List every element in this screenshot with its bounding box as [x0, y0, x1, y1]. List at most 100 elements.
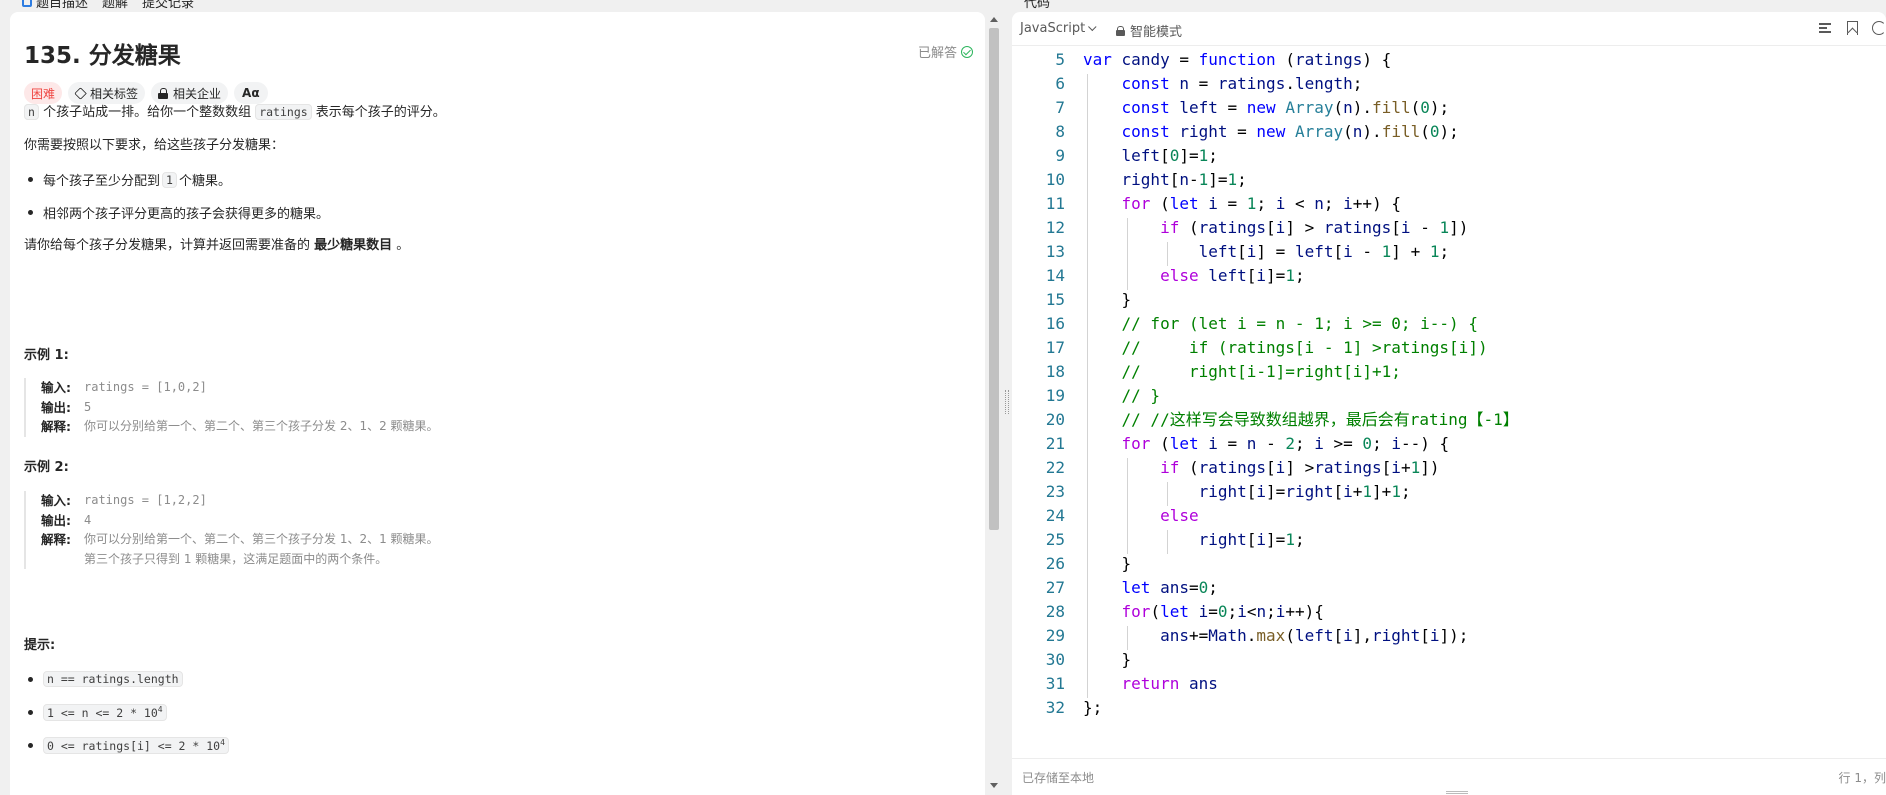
language-select[interactable]: JavaScript	[1020, 21, 1097, 36]
constraint-item: n == ratings.length	[24, 671, 183, 687]
example-explain-row: 解释: 你可以分别给第一个、第二个、第三个孩子分发 2、1、2 颗糖果。	[41, 417, 439, 437]
tab-submissions[interactable]: 提交记录	[142, 0, 194, 11]
problem-scrollbar-thumb[interactable]	[989, 28, 999, 530]
requirement-text: 每个孩子至少分配到	[43, 174, 161, 189]
scroll-up-arrow-icon[interactable]	[990, 17, 998, 22]
editor-actions	[1819, 21, 1886, 35]
line-number: 6	[1055, 74, 1065, 93]
example-input-row: 输入: ratings = [1,2,2]	[41, 491, 439, 511]
problem-title: 135. 分发糖果	[24, 43, 181, 69]
explain-label: 解释:	[41, 532, 71, 547]
code-text: let ans=0;	[1121, 578, 1218, 597]
code-text: const right = new Array(n).fill(0);	[1121, 122, 1459, 141]
line-number: 9	[1055, 146, 1065, 165]
line-number: 8	[1055, 122, 1065, 141]
example-input-row: 输入: ratings = [1,0,2]	[41, 378, 439, 398]
code-editor-panel: JavaScript 智能模式 5 var candy = function (…	[1012, 12, 1886, 795]
description-text: 请你给每个孩子分发糖果，计算并返回需要准备的	[24, 238, 315, 253]
requirement-item: 相邻两个孩子评分更高的孩子会获得更多的糖果。	[24, 203, 329, 222]
line-number: 21	[1045, 434, 1065, 453]
code-text: };	[1083, 698, 1103, 717]
example-2-block: 输入: ratings = [1,2,2] 输出: 4 解释: 你可以分别给第一个、第…	[24, 491, 439, 569]
code-text: for (let i = n - 2; i >= 0; i--) {	[1121, 434, 1450, 453]
code-text: right[n-1]=1;	[1121, 170, 1247, 189]
description-paragraph-1: n 个孩子站成一排。给你一个整数数组 ratings 表示每个孩子的评分。	[24, 103, 446, 122]
bookmark-icon[interactable]	[1847, 21, 1858, 35]
problem-panel: 135. 分发糖果 已解答 困难 相关标签 相关企业 Aα n 个孩子站成一排。…	[10, 12, 985, 795]
explain-value: 你可以分别给第一个、第二个、第三个孩子分发 1、2、1 颗糖果。	[84, 532, 439, 546]
bullet-dot	[28, 709, 33, 715]
top-tab-strip: 题目描述 题解 提交记录 代码	[0, 0, 1886, 12]
language-label: JavaScript	[1020, 21, 1086, 36]
inline-code-1: 1	[162, 171, 177, 188]
line-number: 15	[1045, 290, 1065, 309]
solved-label: 已解答	[917, 46, 957, 61]
code-text: left[0]=1;	[1121, 146, 1218, 165]
panel-resize-handle[interactable]	[1005, 390, 1009, 414]
code-text: }	[1083, 290, 1132, 309]
related-companies-button[interactable]: 相关企业	[151, 82, 229, 104]
code-text: const n = ratings.length;	[1121, 74, 1363, 93]
bullet-dot	[28, 676, 33, 682]
example-explain-row: 解释: 你可以分别给第一个、第二个、第三个孩子分发 1、2、1 颗糖果。	[41, 530, 439, 550]
description-text: 表示每个孩子的评分。	[311, 105, 446, 120]
editor-status-bar: 已存储至本地 行 1，列	[1012, 758, 1886, 795]
line-number: 11	[1045, 194, 1065, 213]
constraint-item: 1 <= n <= 2 * 104	[24, 704, 167, 721]
example-2-title: 示例 2:	[24, 460, 69, 475]
tab-code[interactable]: 代码	[1024, 0, 1050, 11]
tab-solutions[interactable]: 题解	[102, 0, 128, 11]
line-number: 29	[1045, 626, 1065, 645]
lock-icon	[158, 87, 169, 99]
line-number: 18	[1045, 362, 1065, 381]
saved-status: 已存储至本地	[1022, 771, 1095, 785]
bullet-dot	[28, 742, 33, 748]
difficulty-badge[interactable]: 困难	[24, 82, 63, 104]
description-text: 个孩子站成一排。给你一个整数数组	[38, 105, 256, 120]
requirement-text: 个糖果。	[178, 174, 231, 189]
input-label: 输入:	[41, 380, 71, 395]
input-label: 输入:	[41, 493, 71, 508]
code-text: right[i]=right[i+1]+1;	[1198, 482, 1411, 501]
line-number: 10	[1045, 170, 1065, 189]
line-number: 28	[1045, 602, 1065, 621]
tag-icon	[74, 86, 87, 100]
reset-icon[interactable]	[1872, 21, 1886, 35]
code-text: // right[i-1]=right[i]+1;	[1121, 362, 1401, 381]
line-number: 26	[1045, 554, 1065, 573]
example-1-block: 输入: ratings = [1,0,2] 输出: 5 解释: 你可以分别给第一个、第…	[24, 378, 439, 437]
tab-description[interactable]: 题目描述	[22, 0, 88, 11]
code-text: right[i]=1;	[1198, 530, 1305, 549]
code-area[interactable]: 5 var candy = function (ratings) {6 const…	[1012, 50, 1886, 750]
scroll-down-arrow-icon[interactable]	[990, 783, 998, 788]
line-number: 7	[1055, 98, 1065, 117]
code-text: ans+=Math.max(left[i],right[i]);	[1160, 626, 1469, 645]
explain-value: 第三个孩子只得到 1 颗糖果，这满足题面中的两个条件。	[84, 551, 388, 566]
description-paragraph-2: 你需要按照以下要求，给这些孩子分发糖果：	[24, 138, 285, 153]
code-text: const left = new Array(n).fill(0);	[1121, 98, 1450, 117]
input-value: ratings = [1,0,2]	[84, 380, 207, 394]
bottom-resize-handle[interactable]	[1446, 791, 1468, 794]
cursor-position: 行 1，列	[1838, 771, 1886, 785]
related-tags-button[interactable]: 相关标签	[68, 82, 146, 104]
related-tags-label: 相关标签	[90, 86, 139, 101]
code-text: // for (let i = n - 1; i >= 0; i--) {	[1121, 314, 1478, 333]
line-number: 12	[1045, 218, 1065, 237]
smart-mode[interactable]: 智能模式	[1116, 21, 1182, 40]
code-text: }	[1083, 554, 1132, 573]
font-size-button[interactable]: Aα	[234, 82, 268, 104]
format-icon[interactable]	[1819, 21, 1833, 35]
explain-value: 你可以分别给第一个、第二个、第三个孩子分发 2、1、2 颗糖果。	[84, 419, 439, 433]
line-number: 14	[1045, 266, 1065, 285]
solved-status: 已解答	[918, 42, 973, 61]
requirement-item: 每个孩子至少分配到 1 个糖果。	[24, 170, 231, 189]
code-text: // if (ratings[i - 1] >ratings[i])	[1121, 338, 1488, 357]
line-number: 27	[1045, 578, 1065, 597]
constraint-exponent: 4	[157, 705, 163, 714]
left-tabs: 题目描述 题解 提交记录	[22, 0, 194, 11]
code-text: }	[1083, 650, 1132, 669]
example-output-row: 输出: 5	[41, 398, 439, 418]
code-text: else left[i]=1;	[1160, 266, 1305, 285]
line-number: 5	[1055, 50, 1065, 69]
line-number: 25	[1045, 530, 1065, 549]
